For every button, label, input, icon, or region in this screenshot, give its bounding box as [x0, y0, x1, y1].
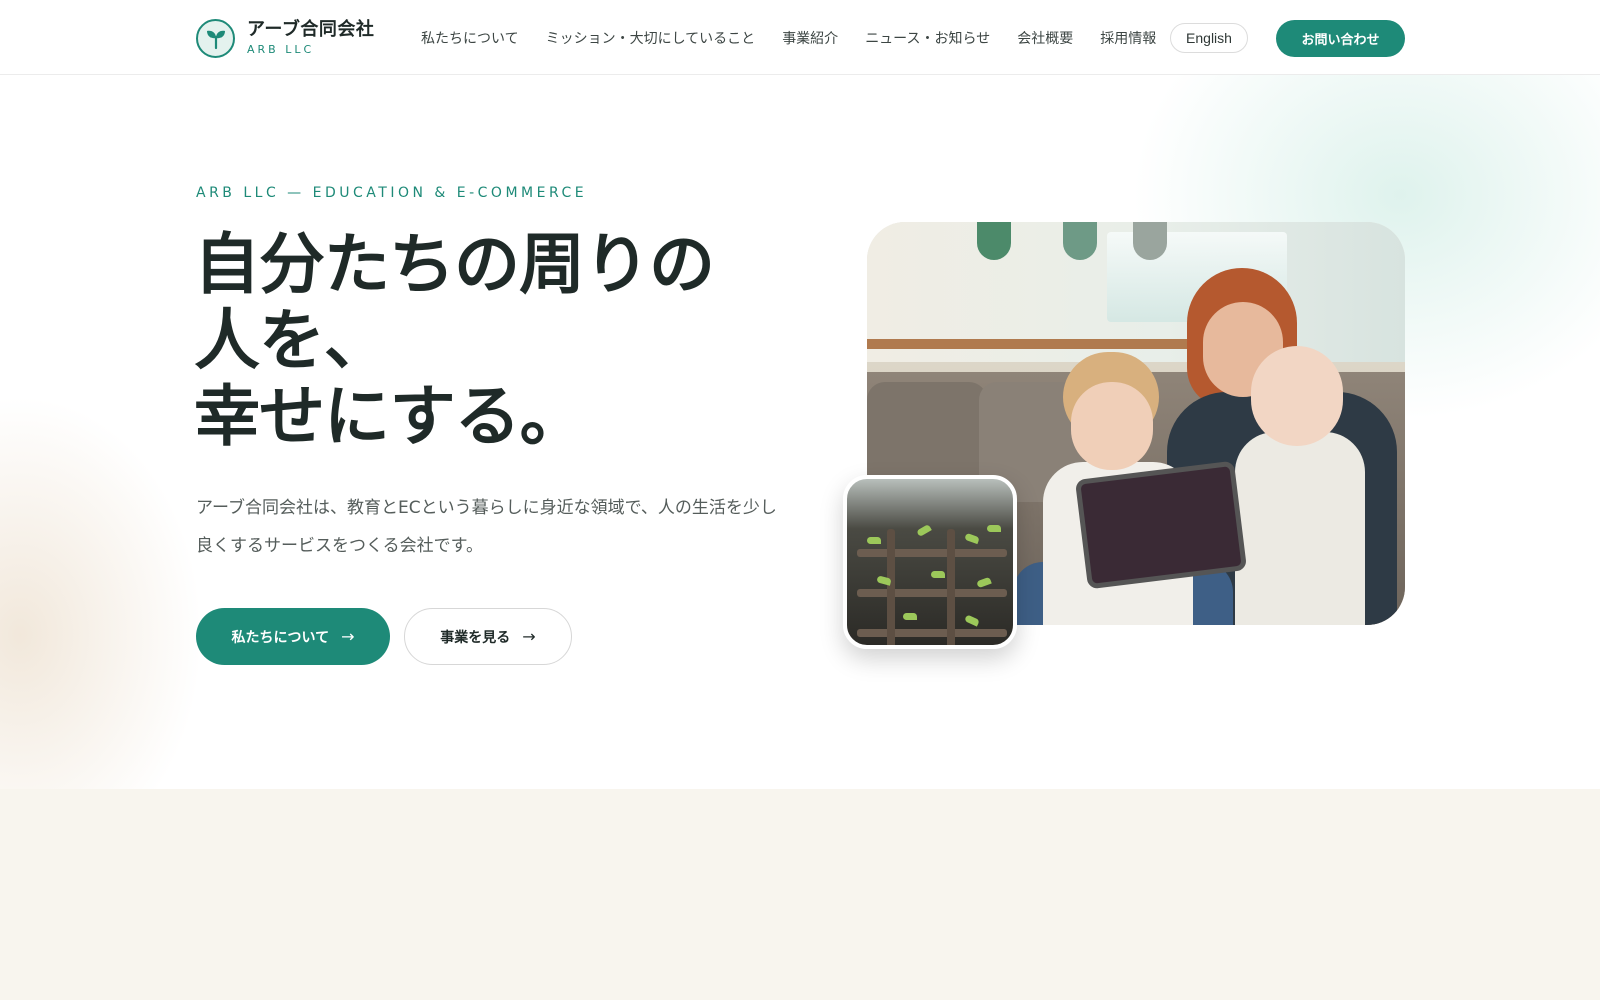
logo-subtitle: ARB LLC — [247, 43, 315, 56]
view-business-button[interactable]: 事業を見る → — [404, 608, 572, 665]
nav-company[interactable]: 会社概要 — [1017, 28, 1073, 48]
seedlings-photo — [843, 475, 1017, 649]
headline-line-2: 人を、 — [194, 302, 390, 379]
view-business-button-label: 事業を見る — [440, 629, 511, 646]
hero-section: ARB LLC — EDUCATION & E-COMMERCE 自分たちの周り… — [0, 75, 1600, 789]
next-section — [0, 789, 1600, 1000]
main-nav: 私たちについて ミッション・大切にしていること 事業紹介 ニュース・お知らせ 会… — [421, 22, 1183, 54]
hero-headline: 自分たちの周りの 人を、 幸せにする。 — [194, 227, 754, 455]
headline-line-1: 自分たちの周りの — [194, 226, 715, 303]
logo-link[interactable]: アーブ合同会社 ARB LLC — [196, 18, 374, 58]
site-header: アーブ合同会社 ARB LLC 私たちについて ミッション・大切にしていること … — [0, 0, 1600, 75]
sprout-icon — [196, 18, 235, 58]
headline-line-3: 幸せにする。 — [194, 378, 586, 455]
about-us-button-label: 私たちについて — [231, 629, 330, 646]
contact-button[interactable]: お問い合わせ — [1276, 20, 1405, 57]
hero-eyebrow: ARB LLC — EDUCATION & E-COMMERCE — [196, 185, 588, 201]
language-switch-button[interactable]: English — [1170, 23, 1248, 53]
nav-mission[interactable]: ミッション・大切にしていること — [546, 28, 756, 48]
arrow-right-icon: → — [341, 627, 355, 646]
logo-text: アーブ合同会社 ARB LLC — [247, 19, 375, 56]
nav-business[interactable]: 事業紹介 — [782, 28, 838, 48]
nav-recruit[interactable]: 採用情報 — [1100, 28, 1156, 48]
nav-about[interactable]: 私たちについて — [421, 28, 519, 48]
nav-news[interactable]: ニュース・お知らせ — [865, 28, 990, 48]
arrow-right-icon: → — [522, 627, 536, 646]
about-us-button[interactable]: 私たちについて → — [196, 608, 390, 665]
hero-lead-text: アーブ合同会社は、教育とECという暮らしに身近な領域で、人の生活を少し良くするサ… — [196, 498, 777, 556]
logo-name: アーブ合同会社 — [247, 19, 375, 40]
